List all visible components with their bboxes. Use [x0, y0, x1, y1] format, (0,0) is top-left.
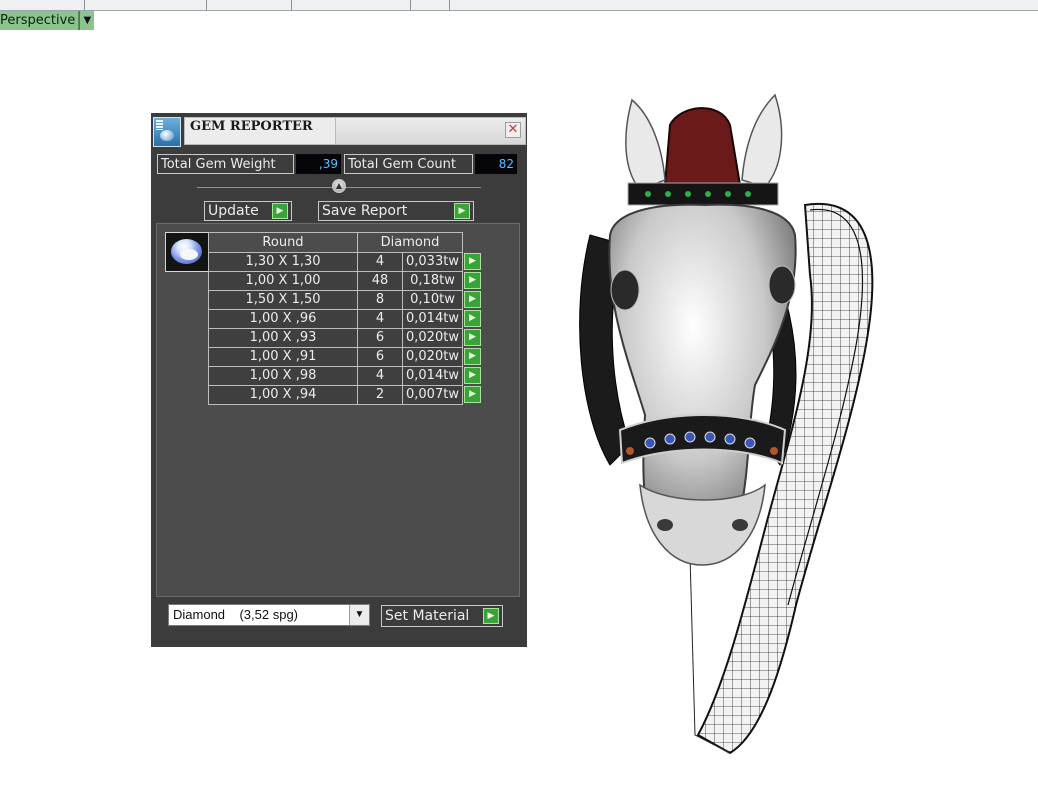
set-material-button[interactable]: Set Material ▶ — [381, 605, 503, 627]
gem-weight: 0,007tw — [402, 385, 463, 405]
table-row[interactable]: 1,50 X 1,50 8 0,10tw ▶ — [208, 290, 485, 310]
round-gem-thumbnail[interactable] — [165, 232, 209, 272]
horse-head-pendant-model[interactable] — [570, 85, 890, 765]
material-select[interactable]: Diamond (3,52 spg) ▼ — [168, 604, 370, 626]
total-count-value: 82 — [475, 154, 517, 174]
toolbar-separator — [206, 0, 207, 10]
titlebar-fill — [336, 117, 526, 145]
gem-table-header: Round Diamond — [208, 232, 485, 253]
total-count-label: Total Gem Count — [344, 154, 473, 174]
gem-size: 1,00 X 1,00 — [208, 271, 358, 291]
gem-size: 1,00 X ,94 — [208, 385, 358, 405]
gem-size: 1,00 X ,96 — [208, 309, 358, 329]
gem-weight: 0,18tw — [402, 271, 463, 291]
table-row[interactable]: 1,00 X ,96 4 0,014tw ▶ — [208, 309, 485, 329]
gem-count: 4 — [357, 252, 403, 272]
gem-weight: 0,020tw — [402, 328, 463, 348]
gem-count: 4 — [357, 366, 403, 386]
toolbar-separator — [449, 0, 450, 10]
viewport-name[interactable]: Perspective — [0, 11, 80, 30]
gem-size: 1,00 X ,98 — [208, 366, 358, 386]
update-button[interactable]: Update ▶ — [204, 201, 292, 221]
gem-shape-header: Round — [208, 232, 358, 253]
save-report-button-label: Save Report — [322, 203, 408, 219]
toolbar-separator — [84, 0, 85, 10]
gem-count: 6 — [357, 347, 403, 367]
top-toolbar — [0, 0, 1038, 11]
gem-count: 48 — [357, 271, 403, 291]
gem-reporter-app-icon — [153, 117, 181, 147]
gem-weight: 0,014tw — [402, 309, 463, 329]
table-row[interactable]: 1,30 X 1,30 4 0,033tw ▶ — [208, 252, 485, 272]
gem-count: 6 — [357, 328, 403, 348]
gem-size: 1,30 X 1,30 — [208, 252, 358, 272]
chevron-down-icon[interactable]: ▼ — [349, 605, 369, 625]
select-row-icon[interactable]: ▶ — [464, 329, 481, 346]
table-row[interactable]: 1,00 X ,91 6 0,020tw ▶ — [208, 347, 485, 367]
gem-table: Round Diamond 1,30 X 1,30 4 0,033tw ▶ 1,… — [208, 232, 485, 405]
gem-count: 2 — [357, 385, 403, 405]
play-icon: ▶ — [454, 203, 470, 219]
viewport-label[interactable]: Perspective ▼ — [0, 11, 95, 30]
select-row-icon[interactable]: ▶ — [464, 272, 481, 289]
gem-size: 1,50 X 1,50 — [208, 290, 358, 310]
play-icon: ▶ — [483, 608, 499, 624]
table-row[interactable]: 1,00 X ,94 2 0,007tw ▶ — [208, 385, 485, 405]
round-gem-icon — [171, 239, 202, 264]
table-row[interactable]: 1,00 X ,98 4 0,014tw ▶ — [208, 366, 485, 386]
set-material-button-label: Set Material — [385, 608, 470, 624]
save-report-button[interactable]: Save Report ▶ — [318, 201, 474, 221]
play-icon: ▶ — [272, 203, 288, 219]
gem-weight: 0,10tw — [402, 290, 463, 310]
panel-title: GEM REPORTER — [184, 117, 336, 145]
total-weight-value: ,39 — [296, 154, 341, 174]
select-row-icon[interactable]: ▶ — [464, 310, 481, 327]
totals-bar: Total Gem Weight ,39 Total Gem Count 82 — [157, 154, 517, 174]
viewport-dropdown-icon[interactable]: ▼ — [79, 11, 95, 30]
close-icon[interactable]: ✕ — [505, 122, 521, 138]
panel-titlebar[interactable]: GEM REPORTER ✕ — [151, 113, 527, 149]
gem-count: 4 — [357, 309, 403, 329]
select-row-icon[interactable]: ▶ — [464, 348, 481, 365]
update-button-label: Update — [208, 203, 259, 219]
toolbar-separator — [410, 0, 411, 10]
gem-size: 1,00 X ,93 — [208, 328, 358, 348]
total-weight-label: Total Gem Weight — [157, 154, 294, 174]
select-row-icon[interactable]: ▶ — [464, 253, 481, 270]
gem-weight: 0,033tw — [402, 252, 463, 272]
gem-size: 1,00 X ,91 — [208, 347, 358, 367]
select-row-icon[interactable]: ▶ — [464, 367, 481, 384]
gem-weight: 0,020tw — [402, 347, 463, 367]
slider-handle[interactable]: ▲ — [332, 179, 346, 193]
toolbar-separator — [291, 0, 292, 10]
material-select-value: Diamond (3,52 spg) — [173, 607, 299, 622]
gem-material-header: Diamond — [357, 232, 463, 253]
table-row[interactable]: 1,00 X 1,00 48 0,18tw ▶ — [208, 271, 485, 291]
select-row-icon[interactable]: ▶ — [464, 386, 481, 403]
table-row[interactable]: 1,00 X ,93 6 0,020tw ▶ — [208, 328, 485, 348]
gem-weight: 0,014tw — [402, 366, 463, 386]
gem-reporter-panel: GEM REPORTER ✕ Total Gem Weight ,39 Tota… — [151, 113, 527, 647]
gem-count: 8 — [357, 290, 403, 310]
select-row-icon[interactable]: ▶ — [464, 291, 481, 308]
